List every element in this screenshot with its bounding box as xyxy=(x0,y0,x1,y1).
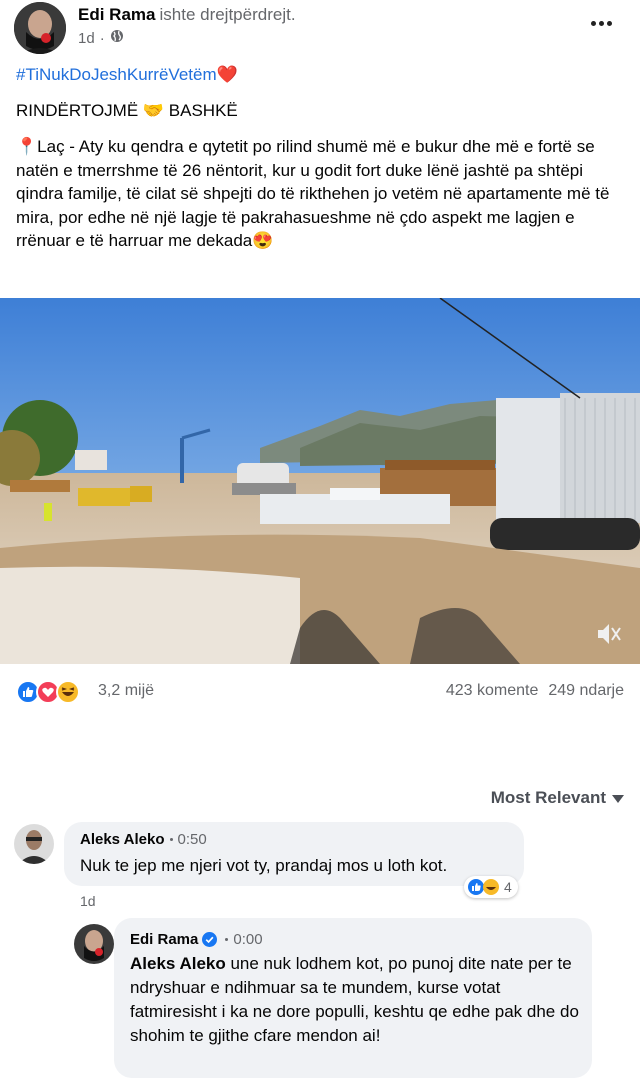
like-icon xyxy=(16,680,40,704)
engagement-counts: 423 komente 249 ndarje xyxy=(446,682,624,700)
commenter-avatar[interactable] xyxy=(14,824,54,864)
comment-reaction-icons xyxy=(468,879,499,895)
reply-bubble: Edi Rama 0:00 Aleks Aleko une nuk lodhem… xyxy=(114,918,592,1078)
reply-text: Aleks Aleko une nuk lodhem kot, po punoj… xyxy=(130,952,580,1048)
more-options-icon[interactable] xyxy=(584,12,618,34)
shares-count[interactable]: 249 ndarje xyxy=(548,682,624,699)
comment-reaction-count: 4 xyxy=(504,879,512,895)
comments-count[interactable]: 423 komente xyxy=(446,682,539,699)
post-time[interactable]: 1d xyxy=(78,30,95,47)
reactions-count[interactable]: 3,2 mijë xyxy=(98,682,154,700)
comments-sort-dropdown[interactable]: Most Relevant xyxy=(491,788,624,808)
reactions-bar: 3,2 mijë 423 komente 249 ndarje xyxy=(16,678,624,706)
post-hashtag[interactable]: #TiNukDoJeshKurrëVetëm❤️ xyxy=(16,64,628,86)
reply-author-name[interactable]: Edi Rama xyxy=(130,931,198,948)
mention-link[interactable]: Aleks Aleko xyxy=(130,954,226,973)
reply-timestamp[interactable]: 0:00 xyxy=(233,931,262,948)
comment-timestamp[interactable]: 0:50 xyxy=(178,831,207,848)
commenter-name[interactable]: Aleks Aleko xyxy=(80,831,165,848)
globe-icon xyxy=(110,29,124,47)
comment-bubble: Aleks Aleko 0:50 Nuk te jep me njeri vot … xyxy=(64,822,524,886)
comment-reactions-badge[interactable]: 4 xyxy=(464,876,518,898)
author-line: Edi Rama ishte drejtpërdrejt. xyxy=(78,5,296,25)
reply-author-avatar[interactable] xyxy=(74,924,114,964)
author-name[interactable]: Edi Rama xyxy=(78,5,155,24)
post-title: RINDËRTOJMË 🤝 BASHKË xyxy=(16,101,238,120)
author-avatar[interactable] xyxy=(14,2,66,54)
author-status: ishte drejtpërdrejt. xyxy=(159,5,296,24)
post-video[interactable] xyxy=(0,298,640,664)
haha-icon xyxy=(56,680,80,704)
post-header: Edi Rama ishte drejtpërdrejt. 1d · xyxy=(0,0,640,60)
comment-text: Nuk te jep me njeri vot ty, prandaj mos … xyxy=(80,856,448,875)
reaction-icons[interactable] xyxy=(16,680,92,704)
verified-badge-icon xyxy=(202,932,218,947)
post-meta: 1d · xyxy=(78,29,124,47)
love-icon xyxy=(36,680,60,704)
comments-sort-label: Most Relevant xyxy=(490,788,606,807)
dot-separator: · xyxy=(99,29,105,47)
chevron-down-icon xyxy=(612,788,624,808)
post-body: 📍Laç - Aty ku qendra e qytetit po rilind… xyxy=(16,137,610,250)
comment-age[interactable]: 1d xyxy=(80,893,96,909)
